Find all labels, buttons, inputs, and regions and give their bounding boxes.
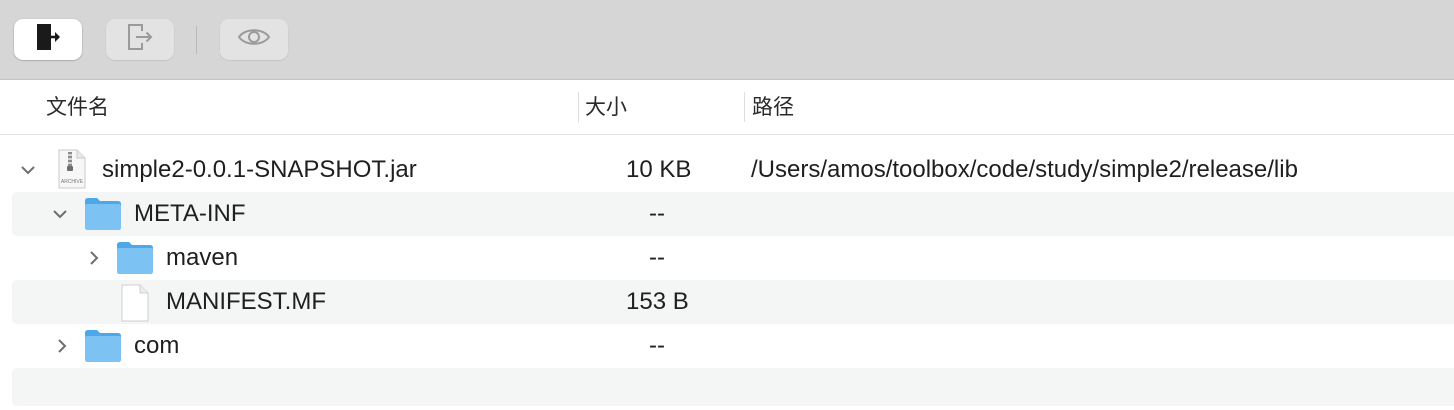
export-button[interactable] xyxy=(14,19,82,60)
list-item[interactable]: maven -- xyxy=(12,236,1454,280)
file-name: META-INF xyxy=(134,200,246,227)
file-size: -- xyxy=(649,244,665,271)
file-size: 10 KB xyxy=(626,156,692,183)
file-path: /Users/amos/toolbox/code/study/simple2/r… xyxy=(751,156,1298,183)
column-divider[interactable] xyxy=(578,92,579,122)
column-header-name[interactable]: 文件名 xyxy=(46,80,109,135)
list-item[interactable]: ARCHIVE simple2-0.0.1-SNAPSHOT.jar 10 KB… xyxy=(12,148,1454,192)
list-item[interactable]: MANIFEST.MF 153 B xyxy=(12,280,1454,324)
chevron-right-icon[interactable] xyxy=(84,236,104,280)
column-header-size[interactable]: 大小 xyxy=(585,80,627,135)
exit-door-outline-icon xyxy=(125,22,155,57)
svg-text:ARCHIVE: ARCHIVE xyxy=(61,179,84,185)
folder-icon xyxy=(84,329,122,368)
column-header: 文件名 大小 路径 xyxy=(0,80,1454,135)
eye-icon xyxy=(236,25,272,54)
list-item[interactable]: com -- xyxy=(12,324,1454,368)
preview-button[interactable] xyxy=(220,19,288,60)
archive-icon: ARCHIVE xyxy=(56,149,88,194)
chevron-down-icon[interactable] xyxy=(18,148,38,192)
file-size: -- xyxy=(649,200,665,227)
toolbar xyxy=(0,0,1454,80)
folder-icon xyxy=(116,241,154,280)
file-size: -- xyxy=(649,332,665,359)
file-name: MANIFEST.MF xyxy=(166,288,326,315)
column-divider[interactable] xyxy=(744,92,745,122)
file-size: 153 B xyxy=(626,288,689,315)
list-item[interactable]: META-INF -- xyxy=(12,192,1454,236)
folder-icon xyxy=(84,197,122,236)
document-icon xyxy=(120,284,150,327)
toolbar-separator xyxy=(196,26,197,54)
exit-door-icon xyxy=(33,22,63,57)
extract-button[interactable] xyxy=(106,19,174,60)
file-name: maven xyxy=(166,244,239,271)
file-name: simple2-0.0.1-SNAPSHOT.jar xyxy=(102,156,417,183)
column-header-path[interactable]: 路径 xyxy=(752,80,794,135)
chevron-right-icon[interactable] xyxy=(52,324,72,368)
file-name: com xyxy=(134,332,180,359)
empty-row xyxy=(12,368,1454,406)
chevron-down-icon[interactable] xyxy=(50,192,70,236)
